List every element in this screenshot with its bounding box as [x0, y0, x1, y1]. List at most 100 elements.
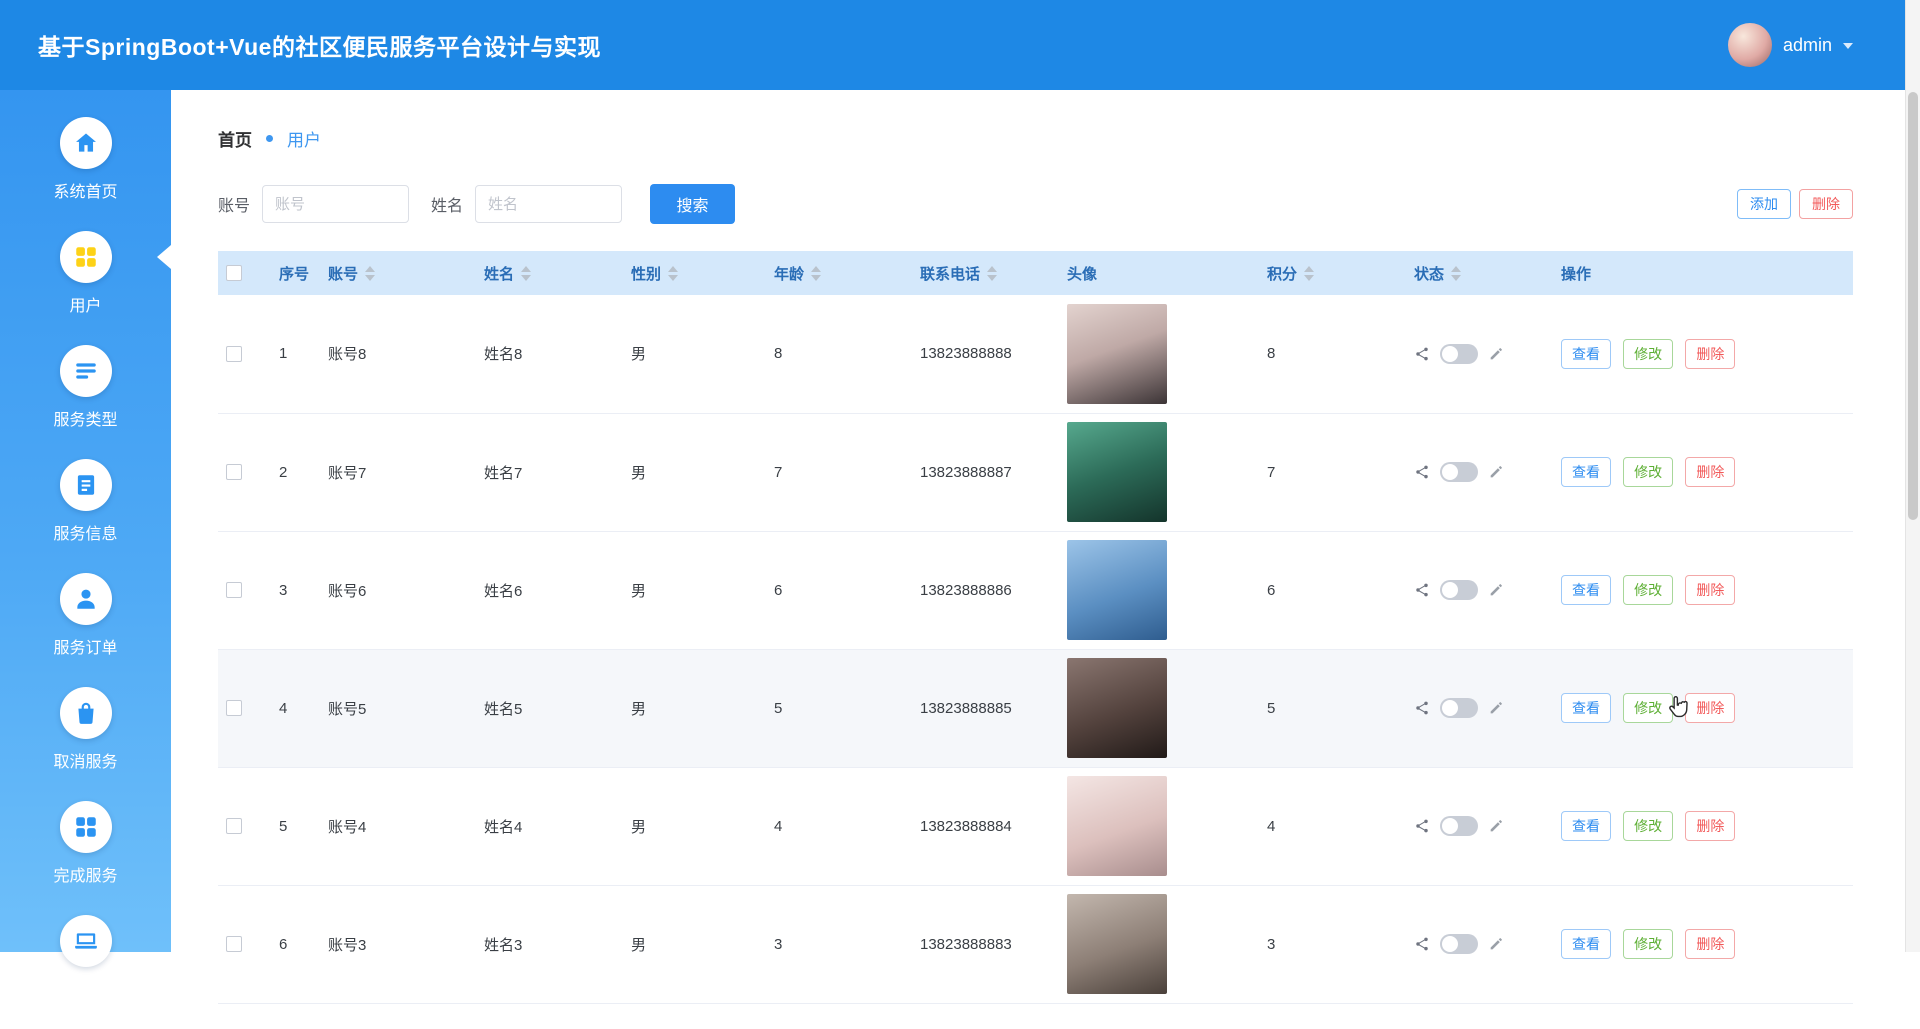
add-button[interactable]: 添加 — [1737, 189, 1791, 219]
share-icon[interactable] — [1414, 464, 1430, 480]
select-all-checkbox[interactable] — [226, 265, 242, 281]
user-menu[interactable]: admin — [1728, 23, 1853, 67]
col-header-gender[interactable]: 性别 — [615, 251, 758, 295]
cell-index: 1 — [263, 295, 312, 413]
filter-toolbar: 账号 姓名 搜索 添加 删除 — [218, 184, 1853, 224]
cell-age: 7 — [758, 413, 904, 531]
view-button[interactable]: 查看 — [1561, 693, 1611, 723]
status-toggle[interactable] — [1440, 462, 1478, 482]
edit-button[interactable]: 修改 — [1623, 811, 1673, 841]
cell-phone: 13823888887 — [904, 413, 1051, 531]
delete-button[interactable]: 删除 — [1685, 693, 1735, 723]
delete-button[interactable]: 删除 — [1685, 457, 1735, 487]
breadcrumb-dot-icon — [266, 135, 273, 142]
cell-points: 7 — [1251, 413, 1398, 531]
app-title: 基于SpringBoot+Vue的社区便民服务平台设计与实现 — [38, 28, 601, 62]
share-icon[interactable] — [1414, 700, 1430, 716]
table-row: 6 账号3 姓名3 男 3 13823888883 3 查看 修改 删除 — [218, 885, 1853, 1003]
sidebar-item-complete-service[interactable]: 完成服务 — [0, 801, 171, 915]
sidebar-item-cancel-service[interactable]: 取消服务 — [0, 687, 171, 801]
edit-pencil-icon[interactable] — [1488, 464, 1504, 480]
status-toggle[interactable] — [1440, 580, 1478, 600]
share-icon[interactable] — [1414, 936, 1430, 952]
col-header-points[interactable]: 积分 — [1251, 251, 1398, 295]
row-checkbox[interactable] — [226, 346, 242, 362]
delete-button[interactable]: 删除 — [1685, 575, 1735, 605]
table-row: 2 账号7 姓名7 男 7 13823888887 7 查看 修改 删除 — [218, 413, 1853, 531]
edit-pencil-icon[interactable] — [1488, 818, 1504, 834]
col-header-account[interactable]: 账号 — [312, 251, 468, 295]
sidebar-item-label: 完成服务 — [53, 862, 117, 886]
view-button[interactable]: 查看 — [1561, 457, 1611, 487]
scrollbar-thumb[interactable] — [1908, 92, 1918, 520]
view-button[interactable]: 查看 — [1561, 929, 1611, 959]
sort-caret-icon — [987, 266, 997, 281]
share-icon[interactable] — [1414, 582, 1430, 598]
view-button[interactable]: 查看 — [1561, 339, 1611, 369]
row-checkbox[interactable] — [226, 818, 242, 834]
share-icon[interactable] — [1414, 346, 1430, 362]
name-input[interactable] — [475, 185, 622, 223]
sidebar-item-label: 取消服务 — [53, 748, 117, 772]
sidebar-item-service-type[interactable]: 服务类型 — [0, 345, 171, 459]
cell-points: 5 — [1251, 649, 1398, 767]
row-checkbox[interactable] — [226, 582, 242, 598]
delete-selected-button[interactable]: 删除 — [1799, 189, 1853, 219]
cell-name: 姓名4 — [468, 767, 615, 885]
edit-button[interactable]: 修改 — [1623, 929, 1673, 959]
sidebar-item-bottom[interactable] — [0, 915, 171, 1029]
sidebar-item-label: 服务订单 — [53, 634, 117, 658]
sort-caret-icon — [811, 266, 821, 281]
active-item-arrow — [157, 245, 171, 269]
share-icon[interactable] — [1414, 818, 1430, 834]
cell-age: 8 — [758, 295, 904, 413]
status-toggle[interactable] — [1440, 934, 1478, 954]
edit-pencil-icon[interactable] — [1488, 936, 1504, 952]
sidebar-item-service-order[interactable]: 服务订单 — [0, 573, 171, 687]
edit-button[interactable]: 修改 — [1623, 575, 1673, 605]
col-header-actions: 操作 — [1545, 251, 1853, 295]
sidebar-item-users[interactable]: 用户 — [0, 231, 171, 345]
status-toggle[interactable] — [1440, 344, 1478, 364]
user-avatar-image — [1067, 658, 1167, 758]
edit-button[interactable]: 修改 — [1623, 339, 1673, 369]
col-header-status[interactable]: 状态 — [1398, 251, 1545, 295]
row-checkbox[interactable] — [226, 464, 242, 480]
cell-gender: 男 — [615, 413, 758, 531]
col-header-phone[interactable]: 联系电话 — [904, 251, 1051, 295]
col-header-name[interactable]: 姓名 — [468, 251, 615, 295]
edit-pencil-icon[interactable] — [1488, 582, 1504, 598]
name-label: 姓名 — [431, 192, 463, 216]
col-header-index: 序号 — [263, 251, 312, 295]
table-row: 3 账号6 姓名6 男 6 13823888886 6 查看 修改 删除 — [218, 531, 1853, 649]
cell-phone: 13823888888 — [904, 295, 1051, 413]
cell-name: 姓名3 — [468, 885, 615, 1003]
status-toggle[interactable] — [1440, 816, 1478, 836]
sort-caret-icon — [521, 266, 531, 281]
delete-button[interactable]: 删除 — [1685, 811, 1735, 841]
cell-points: 4 — [1251, 767, 1398, 885]
edit-button[interactable]: 修改 — [1623, 457, 1673, 487]
sidebar-item-service-info[interactable]: 服务信息 — [0, 459, 171, 573]
toggle-knob — [1442, 346, 1458, 362]
list-icon — [60, 345, 112, 397]
row-checkbox[interactable] — [226, 700, 242, 716]
view-button[interactable]: 查看 — [1561, 811, 1611, 841]
account-input[interactable] — [262, 185, 409, 223]
chevron-down-icon — [1843, 43, 1853, 49]
name-filter-group: 姓名 — [431, 185, 622, 223]
person-icon — [60, 573, 112, 625]
delete-button[interactable]: 删除 — [1685, 929, 1735, 959]
search-button[interactable]: 搜索 — [650, 184, 735, 224]
col-header-age[interactable]: 年龄 — [758, 251, 904, 295]
view-button[interactable]: 查看 — [1561, 575, 1611, 605]
toggle-knob — [1442, 936, 1458, 952]
sidebar-item-home[interactable]: 系统首页 — [0, 117, 171, 231]
row-checkbox[interactable] — [226, 936, 242, 952]
edit-pencil-icon[interactable] — [1488, 700, 1504, 716]
edit-pencil-icon[interactable] — [1488, 346, 1504, 362]
breadcrumb-home[interactable]: 首页 — [218, 126, 252, 151]
edit-button[interactable]: 修改 — [1623, 693, 1673, 723]
delete-button[interactable]: 删除 — [1685, 339, 1735, 369]
status-toggle[interactable] — [1440, 698, 1478, 718]
